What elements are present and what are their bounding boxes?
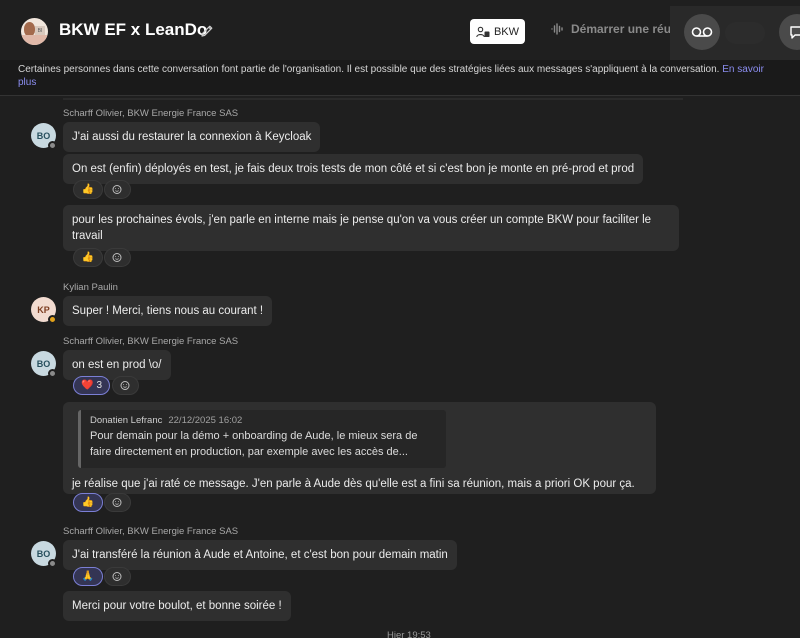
organization-policy-banner: Certaines personnes dans cette conversat… <box>0 60 800 96</box>
chat-header: BI BKW EF x LeanDo BKW Démarrer une réun <box>0 0 800 60</box>
chat-icon <box>790 26 800 39</box>
message-bubble[interactable]: Merci pour votre boulot, et bonne soirée… <box>63 591 291 621</box>
add-reaction-icon <box>112 498 122 507</box>
conversation-title[interactable]: BKW EF x LeanDo <box>59 20 207 40</box>
presence-indicator <box>48 141 57 150</box>
thumbs-up-icon: 👍 <box>81 252 95 263</box>
message-bubble[interactable]: Super ! Merci, tiens nous au courant ! <box>63 296 273 326</box>
presence-indicator <box>48 315 57 324</box>
previous-message-edge <box>63 96 683 100</box>
message-bubble[interactable]: On est (enfin) déployés en test, je fais… <box>63 154 644 184</box>
pencil-icon[interactable] <box>199 23 215 39</box>
message-bubble[interactable]: pour les prochaines évols, j'en parle en… <box>63 205 679 251</box>
quote-author: Donatien Lefranc <box>90 415 163 426</box>
add-reaction-button[interactable] <box>104 180 131 199</box>
quote-line: Pour demain pour la démo + onboarding de… <box>90 430 418 442</box>
add-reaction-button[interactable] <box>112 376 139 395</box>
message-list[interactable]: Scharff Olivier, BKW Energie France SAS … <box>0 96 800 638</box>
message-text: je réalise que j'ai raté ce message. J'e… <box>72 478 635 490</box>
voicemail-button[interactable] <box>684 14 720 50</box>
avatar-initials: BO <box>36 358 51 369</box>
message-bubble[interactable]: J'ai aussi du restaurer la connexion à K… <box>63 122 321 152</box>
message-sender: Kylian Paulin <box>63 282 118 293</box>
organization-button[interactable]: BKW <box>470 19 525 44</box>
presence-indicator <box>48 559 57 568</box>
thumbs-up-icon: 👍 <box>81 184 95 195</box>
voicemail-icon <box>691 27 713 37</box>
message-sender: Scharff Olivier, BKW Energie France SAS <box>63 336 239 347</box>
quote-body: Pour demain pour la démo + onboarding de… <box>90 428 437 460</box>
heart-icon: ❤️ <box>80 380 94 391</box>
add-reaction-button[interactable] <box>104 248 131 267</box>
avatar-shoulders <box>22 35 47 45</box>
folded-hands-icon: 🙏 <box>81 571 95 582</box>
people-icon <box>476 26 490 37</box>
reaction-like[interactable]: 👍 <box>73 248 103 267</box>
quote-header: Donatien Lefranc 22/12/2025 16:02 <box>90 415 437 426</box>
quote-timestamp: 22/12/2025 16:02 <box>168 415 243 426</box>
start-meeting-button[interactable]: Démarrer une réun <box>551 22 678 36</box>
add-reaction-icon <box>120 381 130 390</box>
avatar-face <box>24 22 35 36</box>
avatar-initials: BO <box>36 548 51 559</box>
reaction-count: 3 <box>96 380 102 391</box>
add-reaction-icon <box>112 572 122 581</box>
hidden-control[interactable] <box>725 22 765 44</box>
organization-button-label: BKW <box>493 25 520 38</box>
banner-text: Certaines personnes dans cette conversat… <box>18 64 720 75</box>
quote-line: faire directement en production, par exe… <box>90 446 408 458</box>
message-sender: Scharff Olivier, BKW Energie France SAS <box>63 108 239 119</box>
thumbs-up-icon: 👍 <box>81 497 95 508</box>
presence-indicator <box>48 369 57 378</box>
message-sender: Scharff Olivier, BKW Energie France SAS <box>63 526 239 537</box>
date-divider: Hier 19:53 <box>387 630 431 638</box>
add-reaction-icon <box>112 253 122 262</box>
reaction-like[interactable]: 👍 <box>73 180 103 199</box>
group-avatar[interactable]: BI <box>21 18 48 45</box>
reaction-pray[interactable]: 🙏 <box>73 567 103 586</box>
reaction-like[interactable]: 👍 <box>73 493 103 512</box>
start-meeting-label: Démarrer une réun <box>571 22 679 36</box>
message-bubble[interactable]: J'ai transféré la réunion à Aude et Anto… <box>63 540 457 570</box>
avatar-initials: BO <box>36 130 51 141</box>
add-reaction-icon <box>112 185 122 194</box>
add-reaction-button[interactable] <box>104 493 131 512</box>
reaction-heart[interactable]: ❤️ 3 <box>73 376 110 395</box>
waveform-icon <box>551 23 563 35</box>
avatar-initials: KP <box>37 304 50 315</box>
add-reaction-button[interactable] <box>104 567 131 586</box>
quoted-message[interactable]: Donatien Lefranc 22/12/2025 16:02 Pour de… <box>78 410 446 468</box>
